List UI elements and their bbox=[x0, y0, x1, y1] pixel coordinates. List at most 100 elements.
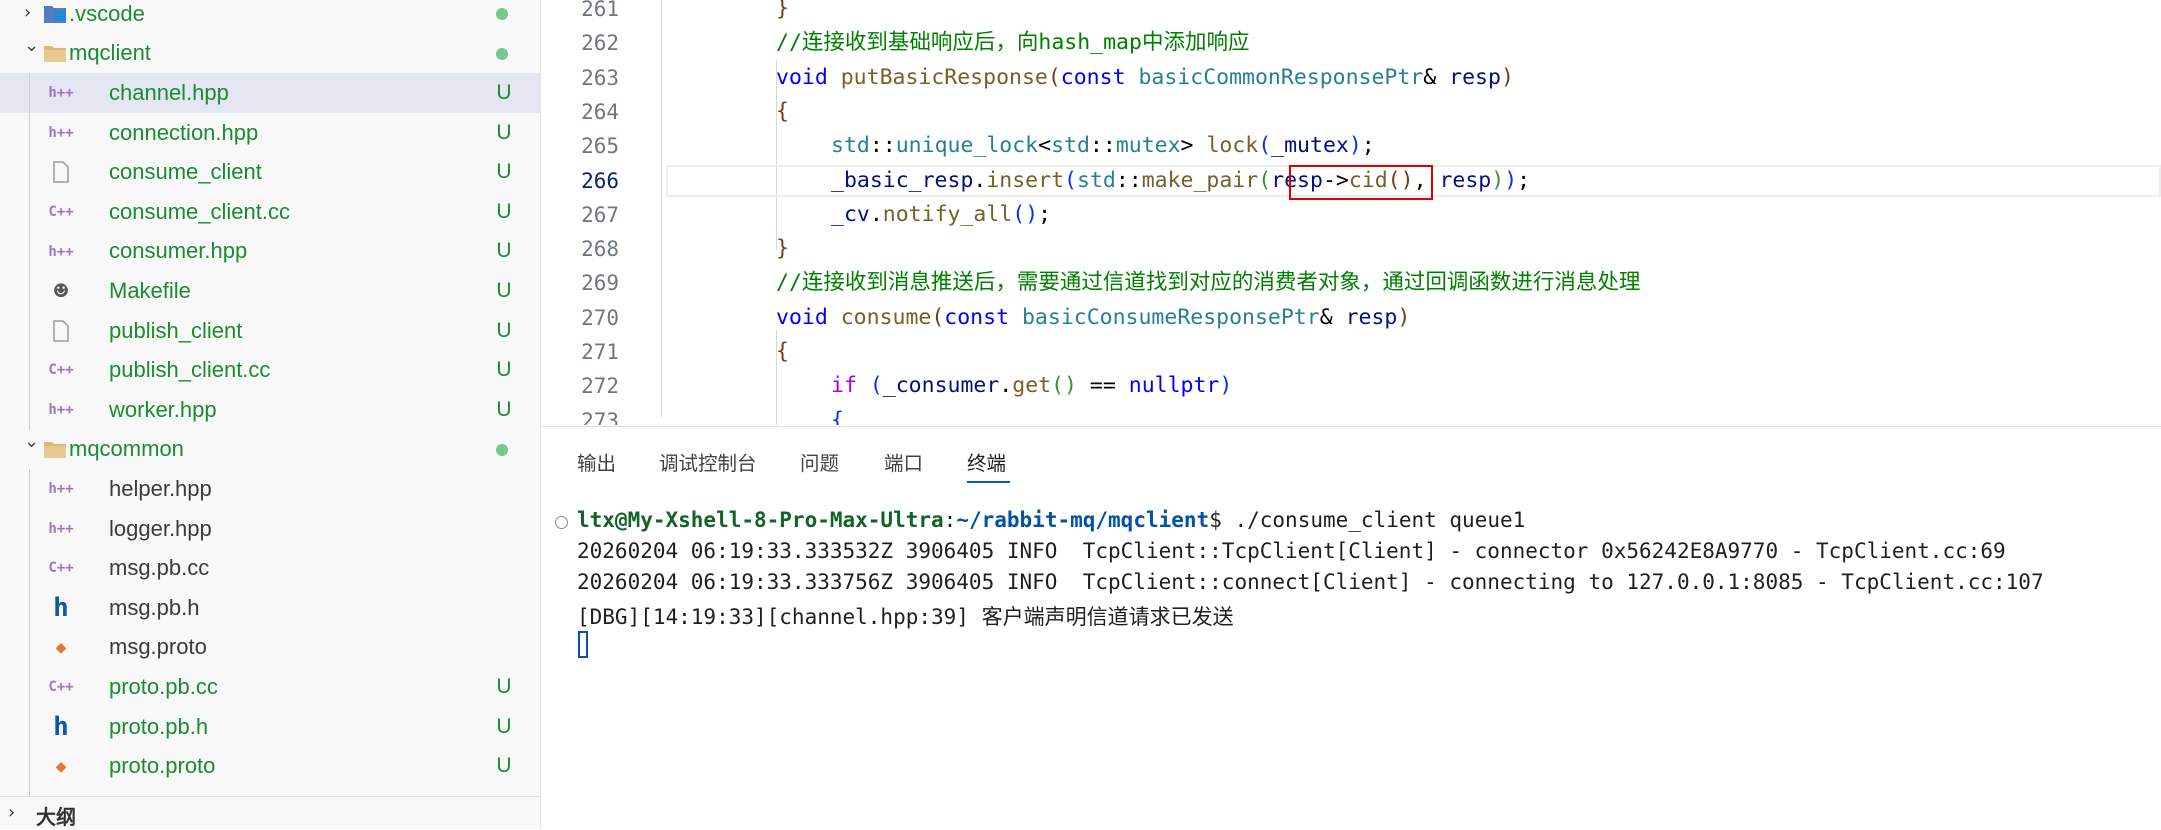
hpp-file-icon: h++ bbox=[48, 243, 74, 260]
git-status-badge: U bbox=[496, 80, 512, 104]
git-status-badge: U bbox=[496, 199, 512, 223]
code-line[interactable]: 271 { bbox=[541, 335, 2161, 369]
code-editor[interactable]: 261} 262 //连接收到基础响应后，向hash_map中添加响应 263 void… bbox=[541, 0, 2161, 425]
code-token: :: bbox=[869, 133, 896, 159]
git-status-badge: U bbox=[496, 754, 512, 778]
code-token: _mutex bbox=[1271, 133, 1349, 159]
tree-folder[interactable]: ⌄ mqcommon bbox=[0, 430, 540, 470]
git-status-badge: U bbox=[496, 674, 512, 698]
code-text: //连接收到消息推送后，需要通过信道找到对应的消费者对象，通过回调函数进行消息处… bbox=[776, 266, 1640, 300]
terminal-output-line: 20260204 06:19:33.333532Z 3906405 INFO T… bbox=[577, 539, 2006, 563]
terminal-output-line: 20260204 06:19:33.333756Z 3906405 INFO T… bbox=[577, 570, 2044, 594]
tree-file[interactable]: h++ worker.hpp U bbox=[0, 390, 540, 430]
outline-section-header[interactable]: › 大纲 bbox=[0, 796, 540, 829]
code-line[interactable]: 263 void putBasicResponse(const basicComm… bbox=[541, 61, 2161, 95]
tree-file[interactable]: ◆ msg.proto bbox=[0, 628, 540, 668]
code-token: putBasicResponse bbox=[840, 64, 1048, 90]
tree-file[interactable]: ◆ proto.proto U bbox=[0, 746, 540, 786]
code-token: if bbox=[831, 373, 857, 399]
code-token: void bbox=[776, 64, 828, 90]
tab-ports[interactable]: 端口 bbox=[884, 447, 923, 476]
code-token: const bbox=[1060, 64, 1126, 90]
indent-guide bbox=[29, 73, 30, 430]
file-name: helper.hpp bbox=[109, 475, 212, 501]
tree-file[interactable]: C++ consume_client.cc U bbox=[0, 192, 540, 232]
tree-folder[interactable]: ⌄ mqclient bbox=[0, 34, 540, 74]
git-status-badge: U bbox=[496, 397, 512, 421]
code-token: lock bbox=[1206, 133, 1259, 159]
tree-file[interactable]: h++ logger.hpp bbox=[0, 509, 540, 549]
code-text: if (_consumer.get() == nullptr) bbox=[831, 369, 1232, 403]
code-line[interactable]: 261} bbox=[541, 0, 2161, 26]
file-name: connection.hpp bbox=[109, 119, 259, 145]
code-line[interactable]: 265 std::unique_lock<std::mutex> lock(_mu… bbox=[541, 129, 2161, 163]
code-line[interactable]: 272 if (_consumer.get() == nullptr) bbox=[541, 369, 2161, 403]
code-token: . bbox=[999, 373, 1013, 399]
folder-name: mqcommon bbox=[69, 436, 184, 462]
tree-file[interactable]: h++ connection.hpp U bbox=[0, 113, 540, 153]
code-token: . bbox=[973, 167, 987, 193]
code-token: nullptr bbox=[1128, 373, 1220, 399]
tree-file[interactable]: h msg.pb.h bbox=[0, 588, 540, 628]
code-token: ) bbox=[1348, 133, 1362, 159]
tab-debug-console[interactable]: 调试控制台 bbox=[659, 447, 757, 476]
tree-file[interactable]: publish_client U bbox=[0, 311, 540, 351]
code-token: ( bbox=[931, 304, 945, 330]
code-token: ( bbox=[869, 373, 883, 399]
tab-problems[interactable]: 问题 bbox=[800, 447, 839, 476]
tree-file[interactable]: consume_client U bbox=[0, 152, 540, 192]
tree-file[interactable]: h proto.pb.h U bbox=[0, 707, 540, 747]
bottom-panel: 输出 调试控制台 问题 端口 终端 ltx@My-Xshell-8-Pro-Ma… bbox=[541, 426, 2161, 830]
git-modified-dot-icon bbox=[496, 47, 508, 60]
git-status-badge: U bbox=[496, 358, 512, 382]
code-text: _cv.notify_all(); bbox=[831, 198, 1051, 232]
git-modified-dot-icon bbox=[496, 443, 508, 456]
code-line[interactable]: 273 { bbox=[541, 404, 2161, 425]
code-token: } bbox=[776, 0, 789, 21]
code-token: ; bbox=[1361, 133, 1375, 159]
code-text: void putBasicResponse(const basicCommonR… bbox=[776, 61, 1514, 95]
code-line[interactable]: 268} bbox=[541, 232, 2161, 266]
code-token: _consumer bbox=[882, 373, 1000, 399]
folder-icon bbox=[40, 39, 70, 69]
code-token: notify_all bbox=[882, 201, 1013, 227]
file-file-icon bbox=[46, 316, 76, 346]
line-number: 270 bbox=[581, 305, 619, 330]
line-number: 261 bbox=[581, 0, 619, 21]
code-text: { bbox=[831, 404, 844, 425]
folder-name: .vscode bbox=[69, 0, 145, 26]
line-number: 265 bbox=[581, 134, 619, 159]
file-name: publish_client bbox=[109, 317, 243, 343]
tab-terminal[interactable]: 终端 bbox=[967, 447, 1006, 476]
code-line[interactable]: 264 { bbox=[541, 95, 2161, 129]
tab-output[interactable]: 输出 bbox=[577, 447, 616, 476]
tree-file[interactable]: h++ helper.hpp bbox=[0, 469, 540, 509]
code-line[interactable]: 267 _cv.notify_all(); bbox=[541, 198, 2161, 232]
code-token: & bbox=[1423, 64, 1450, 90]
tree-file[interactable]: h++ channel.hpp U bbox=[0, 73, 540, 113]
code-token: unique_lock bbox=[895, 133, 1039, 159]
code-token: ( bbox=[1064, 167, 1077, 193]
code-token: . bbox=[869, 201, 883, 227]
tree-file[interactable]: C++ msg.pb.cc bbox=[0, 548, 540, 588]
code-line[interactable]: 269 //连接收到消息推送后，需要通过信道找到对应的消费者对象，通过回调函数进行… bbox=[541, 266, 2161, 300]
tree-folder[interactable]: › .vscode bbox=[0, 0, 540, 34]
h-file-icon: h bbox=[53, 593, 69, 623]
hpp-file-icon: h++ bbox=[48, 481, 74, 498]
indent-guide bbox=[29, 469, 30, 826]
code-token: ) bbox=[1500, 64, 1514, 90]
code-text: } bbox=[776, 232, 789, 266]
code-line[interactable]: 262 //连接收到基础响应后，向hash_map中添加响应 bbox=[541, 26, 2161, 60]
tree-file[interactable]: C++ publish_client.cc U bbox=[0, 350, 540, 390]
code-token: std bbox=[1051, 133, 1090, 159]
code-text: void consume(const basicConsumeResponseP… bbox=[776, 301, 1410, 335]
tree-file[interactable]: ☻ Makefile U bbox=[0, 271, 540, 311]
tree-file[interactable]: C++ proto.pb.cc U bbox=[0, 667, 540, 707]
code-line[interactable]: 270 void consume(const basicConsumeRespon… bbox=[541, 301, 2161, 335]
code-token: < bbox=[1038, 133, 1052, 159]
tree-file[interactable]: h++ consumer.hpp U bbox=[0, 232, 540, 272]
line-number: 264 bbox=[581, 99, 619, 124]
code-token: resp bbox=[1345, 304, 1398, 330]
